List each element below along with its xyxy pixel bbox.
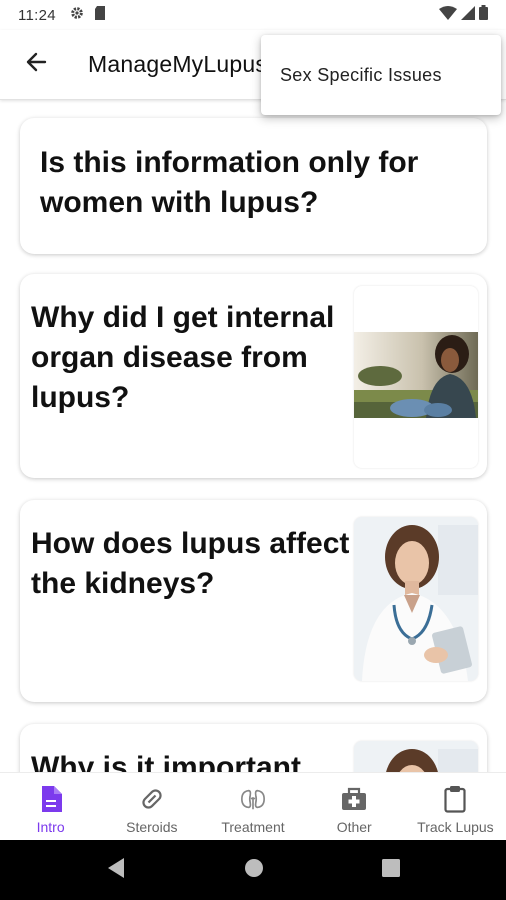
arrow-back-icon (25, 51, 47, 78)
nav-item-track-lupus[interactable]: Track Lupus (405, 773, 506, 840)
question-card[interactable]: Why did I get internal organ disease fro… (20, 274, 487, 478)
kidneys-icon (240, 785, 266, 813)
nav-label: Treatment (221, 819, 285, 835)
nav-item-treatment[interactable]: Treatment (202, 773, 303, 840)
signal-icon (461, 5, 475, 25)
system-navigation-bar (0, 840, 506, 900)
app-title: ManageMyLupus (88, 51, 268, 77)
gear-icon (70, 6, 84, 25)
medical-kit-icon (341, 785, 367, 813)
status-time: 11:24 (18, 6, 56, 24)
nav-item-other[interactable]: Other (304, 773, 405, 840)
question-list[interactable]: Is this information only for women with … (0, 100, 506, 772)
nav-label: Track Lupus (417, 819, 494, 835)
menu-item-sex-specific-issues[interactable]: Sex Specific Issues (280, 65, 442, 86)
back-button[interactable] (16, 45, 56, 85)
card-title: How does lupus affect the kidneys? (31, 527, 350, 600)
nav-item-intro[interactable]: Intro (0, 773, 101, 840)
card-image-frame (354, 286, 478, 468)
back-triangle-icon[interactable] (106, 857, 126, 884)
battery-icon (479, 5, 488, 25)
card-title: Why is it important (31, 751, 301, 772)
female-doctor-photo (354, 741, 478, 772)
clipboard-icon (442, 785, 468, 813)
female-doctor-photo (354, 517, 478, 681)
nav-label: Intro (36, 819, 65, 835)
nav-label: Other (336, 819, 372, 835)
question-card[interactable]: Is this information only for women with … (20, 118, 487, 254)
recents-square-icon[interactable] (382, 858, 400, 882)
home-circle-icon[interactable] (244, 858, 264, 883)
wifi-icon (439, 5, 457, 25)
pill-icon (139, 785, 165, 813)
card-title: Why did I get internal organ disease fro… (31, 301, 335, 414)
question-card[interactable]: Why is it important (20, 724, 487, 772)
sd-card-icon (94, 5, 106, 25)
document-icon (38, 785, 64, 813)
woman-sitting-outdoors-photo (354, 332, 478, 418)
nav-item-steroids[interactable]: Steroids (101, 773, 202, 840)
bottom-navigation: Intro Steroids Treatment Other Track Lup… (0, 772, 506, 840)
status-bar: 11:24 (0, 0, 506, 30)
nav-label: Steroids (126, 819, 178, 835)
card-title: Is this information only for women with … (40, 146, 419, 219)
overflow-menu: Sex Specific Issues (261, 35, 501, 115)
question-card[interactable]: How does lupus affect the kidneys? (20, 500, 487, 702)
